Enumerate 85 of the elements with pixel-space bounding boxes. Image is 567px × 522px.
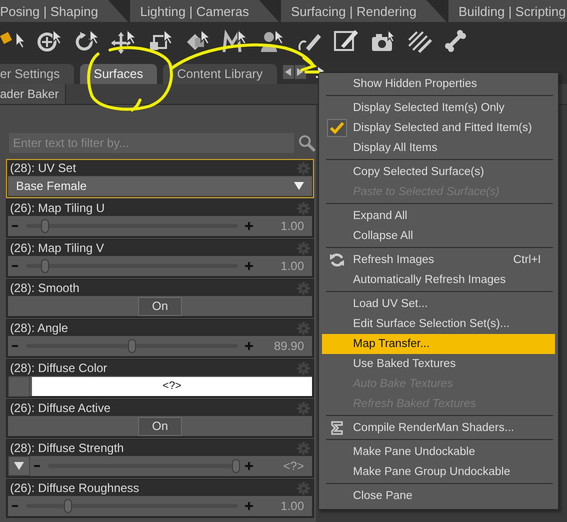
camera-icon[interactable] [370, 28, 396, 54]
left-arrow-icon [285, 68, 292, 76]
checkmark-icon [326, 119, 346, 137]
menu-item[interactable]: Compile RenderMan Shaders... [322, 418, 555, 438]
caret-icon [14, 462, 24, 470]
gear-icon[interactable] [297, 402, 310, 414]
property-label: (28): Smooth [10, 281, 80, 295]
property-label: (28): UV Set [10, 161, 76, 175]
workspace-tab[interactable]: Surfacing | Rendering [280, 0, 446, 22]
gear-icon[interactable] [297, 202, 310, 214]
gear-icon[interactable] [297, 242, 310, 254]
caret-icon [294, 182, 304, 190]
menu-item[interactable]: Make Pane Group Undockable [322, 462, 555, 482]
refresh-icon [328, 252, 344, 268]
menu-item[interactable]: Edit Surface Selection Set(s)... [322, 314, 555, 334]
pane-tab[interactable]: er Settings [0, 64, 74, 84]
search-icon[interactable] [298, 134, 316, 152]
menu-item[interactable]: Display Selected and Fitted Item(s) [322, 118, 555, 138]
plus-icon[interactable] [242, 461, 256, 471]
workspace-tab[interactable]: Building | Scripting [448, 0, 567, 22]
menu-item[interactable]: Show Hidden Properties [322, 74, 555, 94]
property-label: (26): Map Tiling U [10, 201, 105, 215]
menu-item[interactable]: Close Pane [322, 486, 555, 506]
menu-item[interactable]: Copy Selected Surface(s) [322, 162, 555, 182]
move-icon[interactable] [111, 28, 137, 54]
gear-icon[interactable] [297, 282, 310, 294]
scroll-icon [328, 420, 344, 436]
plus-icon[interactable] [242, 501, 256, 511]
color-swatch[interactable] [8, 376, 30, 396]
toggle-button[interactable]: On [138, 296, 182, 316]
value-field[interactable]: 1.00 [256, 259, 312, 273]
plus-icon[interactable] [242, 341, 256, 351]
right-arrow-icon [297, 68, 304, 76]
value-field[interactable]: <?> [256, 459, 312, 473]
gear-icon[interactable] [297, 362, 310, 374]
slider-thumb[interactable] [128, 339, 136, 353]
slider-track[interactable] [26, 499, 238, 513]
slider-thumb[interactable] [41, 259, 50, 273]
plus-icon[interactable] [242, 221, 256, 231]
pane-tab[interactable]: Surfaces [80, 64, 158, 84]
menu-item[interactable]: Display Selected Item(s) Only [322, 98, 555, 118]
workspace-tab[interactable]: Posing | Shaping [0, 0, 128, 22]
slider-track[interactable] [26, 339, 238, 353]
menu-item[interactable]: Collapse All [322, 226, 555, 246]
pane-tab[interactable]: ader Baker [0, 84, 66, 104]
property-label: (28): Diffuse Strength [10, 441, 124, 455]
property-label: (26): Diffuse Roughness [10, 481, 140, 495]
menu-item[interactable]: Make Pane Undockable [322, 442, 555, 462]
gear-icon[interactable] [297, 162, 310, 174]
property-label: (26): Diffuse Active [10, 401, 110, 415]
slider-track[interactable] [26, 259, 238, 273]
uv-set-dropdown[interactable]: Base Female [8, 176, 312, 196]
property-label: (28): Diffuse Color [10, 361, 108, 375]
menu-item[interactable]: Refresh Images Ctrl+I [322, 250, 555, 270]
value-field[interactable]: 1.00 [256, 219, 312, 233]
property-label: (26): Map Tiling V [10, 241, 104, 255]
menu-item[interactable]: Automatically Refresh Images [322, 270, 555, 290]
menu-item[interactable]: Expand All [322, 206, 555, 226]
menu-item[interactable]: Display All Items [322, 138, 555, 158]
menu-button[interactable] [8, 456, 30, 476]
slider-track[interactable] [48, 459, 238, 473]
plus-icon[interactable] [242, 261, 256, 271]
figure-icon[interactable] [259, 28, 285, 54]
workspace-tab[interactable]: Lighting | Cameras [130, 0, 279, 22]
slider-thumb[interactable] [64, 499, 72, 513]
menu-item[interactable]: Map Transfer... [322, 334, 555, 354]
menu-item[interactable]: Load UV Set... [322, 294, 555, 314]
slider-track[interactable] [26, 219, 238, 233]
morph-icon[interactable] [222, 28, 248, 54]
property-label: (28): Angle [10, 321, 68, 335]
toggle-button[interactable]: On [138, 416, 182, 436]
scroll-left-button[interactable] [282, 65, 294, 79]
gear-icon[interactable] [297, 322, 310, 334]
menu-item[interactable]: Use Baked Textures [322, 354, 555, 374]
gear-icon[interactable] [297, 482, 310, 494]
value-field[interactable]: 89.90 [256, 339, 312, 353]
universal-tool-icon[interactable] [37, 28, 63, 54]
value-field[interactable]: 1.00 [256, 499, 312, 513]
shortcut-label: Ctrl+I [513, 254, 541, 266]
slider-thumb[interactable] [232, 459, 240, 473]
pane-tab[interactable]: Content Library [163, 64, 277, 84]
frame-edit-icon[interactable] [333, 28, 359, 54]
slider-thumb[interactable] [41, 219, 50, 233]
gear-icon[interactable] [297, 442, 310, 454]
color-field[interactable]: <?> [32, 376, 312, 396]
